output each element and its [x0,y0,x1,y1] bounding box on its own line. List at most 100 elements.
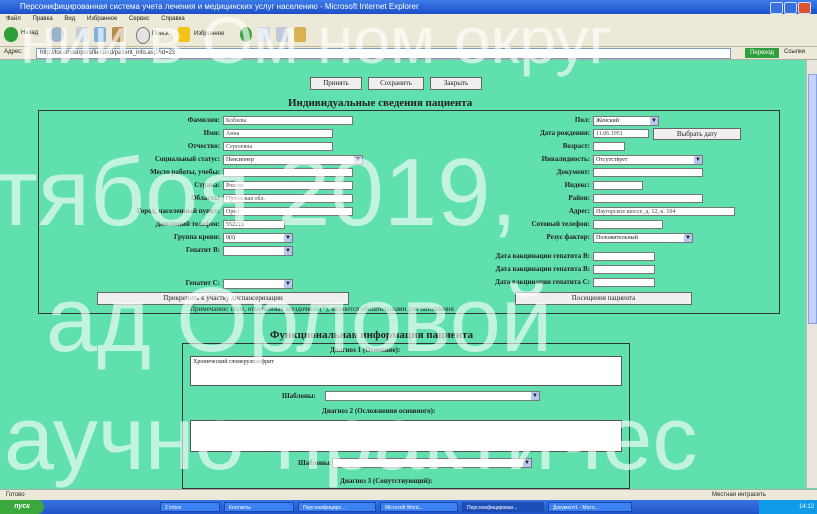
taskbar: пуск 2 Inbox Контакты Персонифициро... M… [0,500,817,514]
diagnosis1-textarea[interactable]: Хронический гломерулонефрит [190,356,622,386]
birth-date-label: Дата рождения: [539,129,590,137]
refresh-icon[interactable] [94,27,106,42]
chevron-down-icon[interactable]: ▼ [354,156,362,164]
vacc-b2-field[interactable] [593,265,655,274]
go-button[interactable]: Переход [745,48,779,58]
address-label: Адрес: [4,49,23,55]
country-field[interactable]: Россия [223,181,353,190]
stop-icon[interactable] [76,27,88,42]
task-item[interactable]: Персонифициро... [298,502,376,512]
accept-button[interactable]: Принять [310,77,362,90]
task-item[interactable]: Microsoft Word... [380,502,458,512]
close-window-button[interactable] [798,2,811,14]
name-field[interactable]: Анна [223,129,333,138]
age-field[interactable] [593,142,625,151]
close-button[interactable]: Закрыть [430,77,482,90]
print-icon[interactable] [276,27,288,42]
blood-group-value: 0(I) [226,235,235,241]
choose-date-button[interactable]: Выбрать дату [653,128,741,140]
menu-edit[interactable]: Правка [32,16,52,22]
address-label: Адрес: [568,207,590,215]
mail-icon[interactable] [258,27,270,42]
patronymic-field[interactable]: Сергеевна [223,142,333,151]
name-label: Имя: [203,129,220,137]
home-phone-field[interactable]: 552218 [223,220,285,229]
chevron-down-icon[interactable]: ▼ [650,117,658,125]
vertical-scrollbar[interactable] [806,60,817,488]
start-button[interactable]: пуск [0,500,44,514]
menu-bar: Файл Правка Вид Избранное Сервис Справка [0,14,817,24]
chevron-down-icon[interactable]: ▼ [531,392,539,400]
menu-help[interactable]: Справка [161,16,185,22]
task-item[interactable]: Персонифицирован... [462,502,544,512]
task-item[interactable]: Документ1 - Micro... [548,502,632,512]
maximize-button[interactable] [784,2,797,14]
mobile-field[interactable] [593,220,663,229]
address-field[interactable]: Наугорское шоссе, д. 12, к. 104 [593,207,735,216]
birth-date-field[interactable]: 11.06.1951 [593,129,649,138]
district-field[interactable] [593,194,703,203]
menu-view[interactable]: Вид [64,16,75,22]
disability-select[interactable]: Отсутствует ▼ [593,155,703,165]
scrollbar-thumb[interactable] [808,74,817,324]
chevron-down-icon[interactable]: ▼ [284,280,292,288]
save-button[interactable]: Сохранить [368,77,424,90]
surname-field[interactable]: Кобзева [223,116,353,125]
blood-group-select[interactable]: 0(I) ▼ [223,233,293,243]
hepatitis-c-select[interactable]: ▼ [223,279,293,289]
forward-arrow-icon[interactable] [50,27,64,42]
gender-select[interactable]: Женский ▼ [593,116,659,126]
attach-district-button[interactable]: Прикрепить к участку диспансеризации [97,292,349,305]
task-item[interactable]: Контакты [224,502,294,512]
required-note: Примечание: поле, отмеченные звездочкой … [190,305,454,313]
rh-factor-select[interactable]: Положительный ▼ [593,233,693,243]
chevron-down-icon[interactable]: ▼ [284,247,292,255]
star-icon[interactable] [178,27,190,42]
vacc-b-field[interactable] [593,252,655,261]
template2-select[interactable]: ▼ [332,458,532,468]
district-label: Район: [568,194,590,202]
hepatitis-b-select[interactable]: ▼ [223,246,293,256]
hepatitis-c-label: Гепатит С: [185,279,220,287]
back-arrow-icon[interactable] [4,27,18,42]
back-label[interactable]: Назад [21,30,38,36]
menu-file[interactable]: Файл [6,16,21,22]
chevron-down-icon[interactable]: ▼ [523,459,531,467]
social-status-select[interactable]: Пенсионер ▼ [223,155,363,165]
address-bar: Адрес: http://localhost/persfile/card/pa… [0,47,817,60]
favorites-label[interactable]: Избранное [194,31,224,37]
diagnosis1-label: Диагноз 1 (Основное): [330,346,401,354]
document-field[interactable] [593,168,703,177]
address-input[interactable]: http://localhost/persfile/card/patient_i… [36,48,731,59]
patient-info-title: Индивидуальные сведения пациента [288,97,473,109]
chevron-down-icon[interactable]: ▼ [684,234,692,242]
home-icon[interactable] [112,27,124,42]
home-phone-label: Домашний телефон: [155,220,220,228]
chevron-down-icon[interactable]: ▼ [284,234,292,242]
workplace-field[interactable] [223,168,353,177]
links-label[interactable]: Ссылки [784,49,805,55]
minimize-button[interactable] [770,2,783,14]
menu-favorites[interactable]: Избранное [87,16,117,22]
country-label: Страна: [194,181,220,189]
folder-icon[interactable] [294,27,306,42]
gender-label: Пол: [574,116,590,124]
prev-visits-button[interactable]: Посещения пациента [515,292,692,305]
workplace-label: Место работы, учебы: [150,168,220,176]
diagnosis2-textarea[interactable] [190,420,622,452]
history-icon[interactable] [240,27,252,42]
chevron-down-icon[interactable]: ▼ [694,156,702,164]
region-field[interactable]: Орловская обл. [223,194,353,203]
city-field[interactable]: Орел [223,207,353,216]
vacc-c-field[interactable] [593,278,655,287]
disability-value: Отсутствует [596,157,628,163]
menu-tools[interactable]: Сервис [129,16,150,22]
index-field[interactable] [593,181,643,190]
template1-select[interactable]: ▼ [325,391,540,401]
search-label[interactable]: Поиск [152,31,169,37]
window-title: Персонифицированная система учета лечени… [20,2,419,11]
task-item[interactable]: 2 Inbox [160,502,220,512]
window-titlebar: Персонифицированная система учета лечени… [0,0,817,14]
search-icon[interactable] [136,27,150,44]
status-bar: Готово Местная интрасеть [0,489,817,500]
